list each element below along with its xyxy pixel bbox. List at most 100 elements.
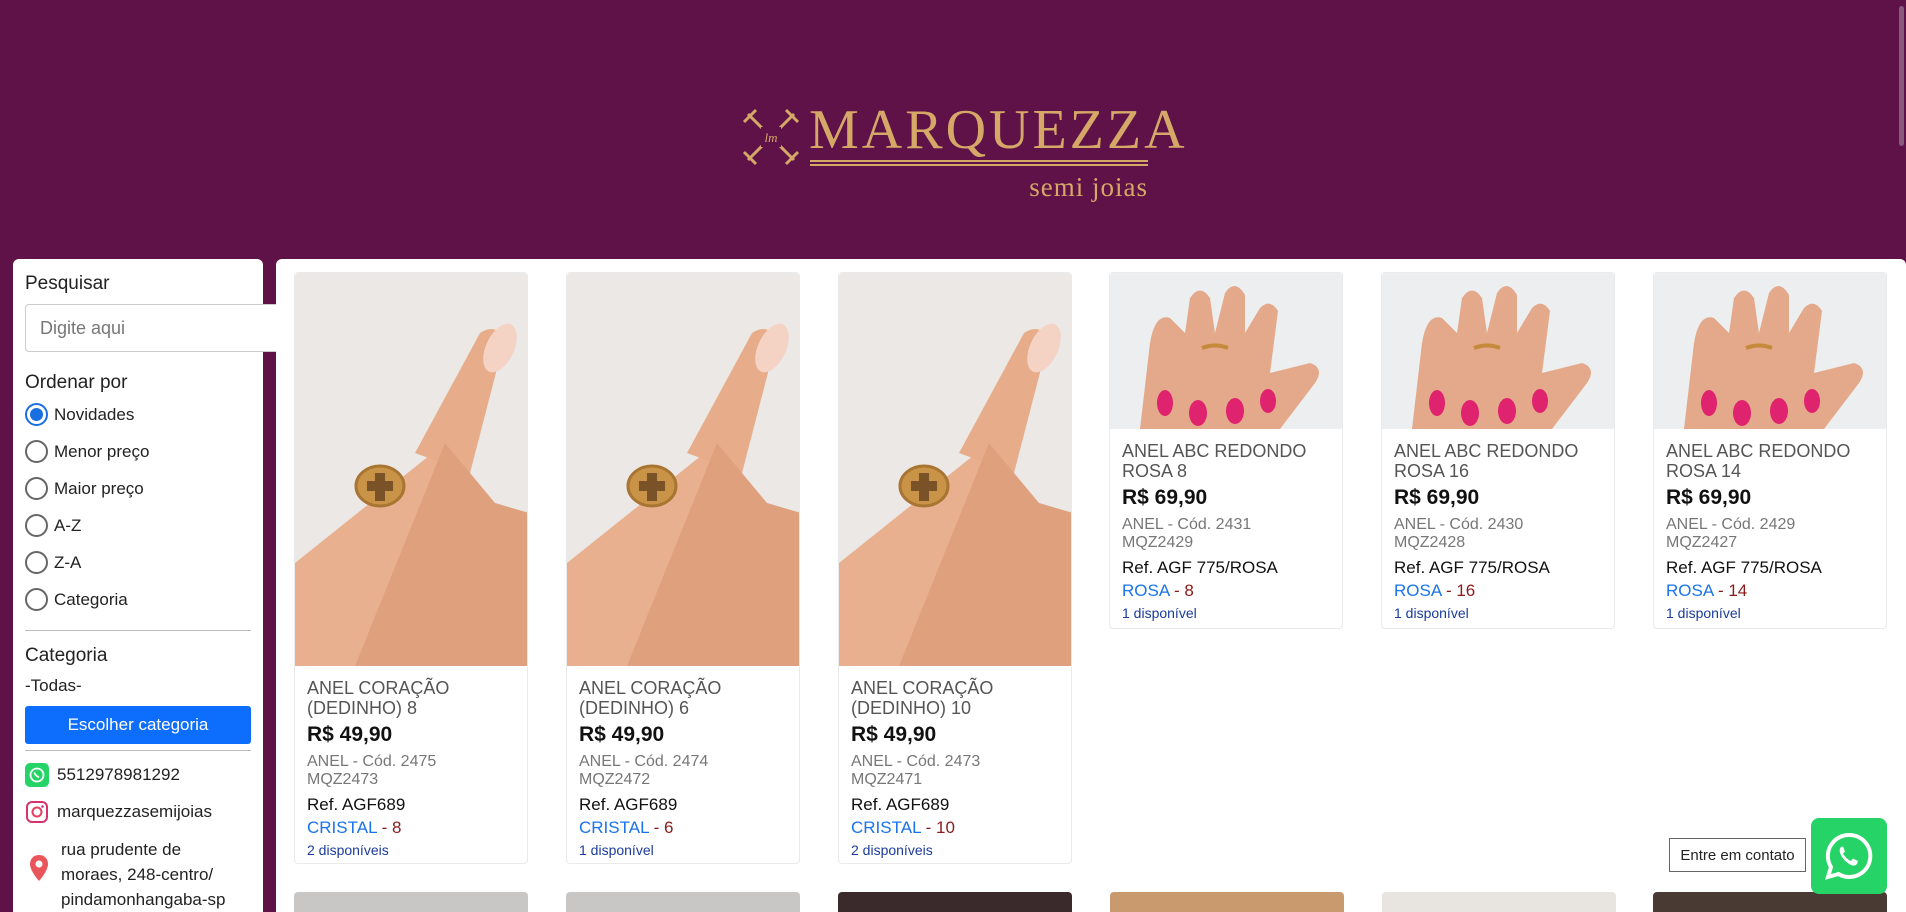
product-stock: 1 disponível (1122, 605, 1197, 621)
logo-rule (810, 160, 1148, 166)
product-name[interactable]: ANEL ABC REDONDO ROSA 14 (1666, 441, 1874, 481)
sort-option-label: A-Z (54, 515, 82, 535)
svg-text:lm: lm (765, 130, 778, 145)
category-title: Categoria (25, 645, 108, 666)
product-ref: Ref. AGF689 (579, 795, 678, 814)
product-image[interactable] (1382, 273, 1614, 429)
radio-button[interactable] (25, 514, 48, 537)
product-card[interactable]: ANEL CORAÇÃO (DEDINHO) 6 R$ 49,90 ANEL -… (566, 272, 800, 864)
sort-option-novidades[interactable]: Novidades (25, 396, 251, 433)
phone-number: 5512978981292 (57, 765, 180, 784)
whatsapp-contact[interactable]: 5512978981292 (25, 763, 251, 787)
sort-option-z-a[interactable]: Z-A (25, 544, 251, 581)
header: lm MARQUEZZA semi joias (0, 0, 1906, 258)
hand-ring-icon (295, 273, 527, 666)
sort-option-label: Categoria (54, 589, 128, 609)
instagram-contact[interactable]: marquezzasemijoias (25, 800, 251, 824)
divider (25, 750, 251, 751)
brand-tagline: semi joias (1029, 172, 1148, 202)
hand-pink-nails-icon (1110, 273, 1342, 429)
product-ref: Ref. AGF 775/ROSA (1122, 558, 1278, 577)
radio-button[interactable] (25, 551, 48, 574)
product-card[interactable]: ANEL ABC REDONDO ROSA 16 R$ 69,90 ANEL -… (1381, 272, 1615, 629)
product-variant: ROSA - 14 (1666, 581, 1748, 600)
product-card[interactable]: ANEL ABC REDONDO ROSA 14 R$ 69,90 ANEL -… (1653, 272, 1887, 629)
product-card[interactable]: ANEL ABC REDONDO ROSA 8 R$ 69,90 ANEL - … (1109, 272, 1343, 629)
product-name[interactable]: ANEL ABC REDONDO ROSA 8 (1122, 441, 1330, 481)
product-variant: ROSA - 8 (1122, 581, 1194, 600)
radio-button[interactable] (25, 477, 48, 500)
address-line: moraes, 248-centro/ (61, 865, 214, 884)
product-image-next-row[interactable] (294, 892, 528, 912)
product-image[interactable] (295, 273, 527, 666)
product-variant: CRISTAL - 10 (851, 818, 955, 837)
sort-option-label: Z-A (54, 552, 82, 572)
product-card[interactable]: ANEL CORAÇÃO (DEDINHO) 10 R$ 49,90 ANEL … (838, 272, 1072, 864)
product-ref: Ref. AGF 775/ROSA (1394, 558, 1550, 577)
address-line: pindamonhangaba-sp (61, 890, 226, 909)
product-variant: ROSA - 16 (1394, 581, 1476, 600)
radio-button[interactable] (25, 440, 48, 463)
map-pin-icon (30, 855, 48, 881)
product-image[interactable] (1654, 273, 1886, 429)
product-price: R$ 49,90 (851, 723, 937, 746)
radio-button[interactable] (25, 403, 48, 426)
sort-title: Ordenar por (25, 372, 128, 393)
product-image[interactable] (567, 273, 799, 666)
product-card[interactable]: ANEL CORAÇÃO (DEDINHO) 8 R$ 49,90 ANEL -… (294, 272, 528, 864)
product-stock: 1 disponível (1666, 605, 1741, 621)
product-code: ANEL - Cód. 2431 MQZ2429 (1122, 516, 1252, 551)
choose-category-button[interactable]: Escolher categoria (25, 706, 251, 744)
sort-option-maior-preco[interactable]: Maior preço (25, 470, 251, 507)
product-image-next-row[interactable] (838, 892, 1072, 912)
instagram-icon (26, 801, 48, 823)
category-value: -Todas- (25, 676, 82, 695)
logo-mark-icon: lm (742, 108, 800, 166)
sort-option-label: Novidades (54, 404, 135, 424)
hand-pink-nails-icon (1654, 273, 1886, 429)
product-name[interactable]: ANEL CORAÇÃO (DEDINHO) 10 (851, 678, 1059, 718)
whatsapp-float-button[interactable] (1811, 818, 1887, 894)
whatsapp-icon (1825, 832, 1873, 880)
sort-options: Novidades Menor preço Maior preço A-Z Z-… (25, 396, 251, 618)
product-image[interactable] (839, 273, 1071, 666)
product-stock: 1 disponível (1394, 605, 1469, 621)
product-image-next-row[interactable] (1653, 892, 1887, 912)
product-name[interactable]: ANEL CORAÇÃO (DEDINHO) 6 (579, 678, 787, 718)
product-image-next-row[interactable] (1110, 892, 1344, 912)
product-ref: Ref. AGF689 (851, 795, 950, 814)
contact-tooltip[interactable]: Entre em contato (1669, 838, 1806, 872)
product-image[interactable] (1110, 273, 1342, 429)
product-code: ANEL - Cód. 2430 MQZ2428 (1394, 516, 1524, 551)
product-price: R$ 69,90 (1666, 486, 1752, 509)
product-stock: 1 disponível (579, 842, 654, 858)
product-grid: ANEL CORAÇÃO (DEDINHO) 8 R$ 49,90 ANEL -… (276, 259, 1906, 912)
sort-option-menor-preco[interactable]: Menor preço (25, 433, 251, 470)
brand-logo[interactable]: lm MARQUEZZA semi joias (742, 102, 1185, 204)
product-stock: 2 disponíveis (307, 842, 389, 858)
product-price: R$ 49,90 (579, 723, 665, 746)
product-code: ANEL - Cód. 2429 MQZ2427 (1666, 516, 1796, 551)
divider (25, 630, 251, 631)
sort-option-a-z[interactable]: A-Z (25, 507, 251, 544)
product-variant: CRISTAL - 6 (579, 818, 674, 837)
hand-ring-icon (839, 273, 1071, 666)
brand-name: MARQUEZZA (809, 99, 1188, 161)
scroll-thumb[interactable] (1899, 6, 1904, 146)
search-input[interactable] (25, 304, 287, 352)
radio-button[interactable] (25, 588, 48, 611)
product-image-next-row[interactable] (1382, 892, 1616, 912)
product-code: ANEL - Cód. 2474 MQZ2472 (579, 753, 709, 788)
search-box (25, 304, 309, 352)
filter-sidebar: Pesquisar Ordenar por Novidades Menor pr… (13, 259, 309, 912)
product-image-next-row[interactable] (566, 892, 800, 912)
address-line: rua prudente de (61, 840, 182, 859)
sort-option-categoria[interactable]: Categoria (25, 581, 251, 618)
sort-option-label: Menor preço (54, 441, 150, 461)
product-ref: Ref. AGF 775/ROSA (1666, 558, 1822, 577)
product-name[interactable]: ANEL ABC REDONDO ROSA 16 (1394, 441, 1602, 481)
product-price: R$ 49,90 (307, 723, 393, 746)
product-price: R$ 69,90 (1122, 486, 1208, 509)
product-price: R$ 69,90 (1394, 486, 1480, 509)
product-name[interactable]: ANEL CORAÇÃO (DEDINHO) 8 (307, 678, 515, 718)
